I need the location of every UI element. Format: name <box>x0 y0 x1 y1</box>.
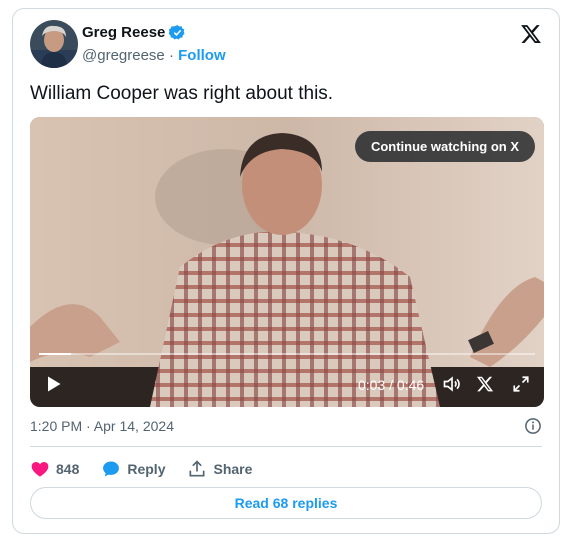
avatar[interactable] <box>30 20 78 68</box>
read-replies-button[interactable]: Read 68 replies <box>30 487 542 519</box>
video-time: 0:03 / 0:46 <box>358 377 425 393</box>
x-logo-icon[interactable] <box>520 23 542 45</box>
tweet-text: William Cooper was right about this. <box>30 83 334 104</box>
volume-icon[interactable] <box>442 374 462 394</box>
progress-bar[interactable] <box>39 353 535 355</box>
reply-button[interactable]: Reply <box>101 459 165 479</box>
tweet-timestamp[interactable]: 1:20 PM · Apr 14, 2024 <box>30 418 174 434</box>
progress-fill <box>39 353 72 355</box>
info-icon[interactable] <box>524 417 542 435</box>
fullscreen-icon[interactable] <box>512 375 530 393</box>
reply-label: Reply <box>127 461 166 477</box>
handle-row: @gregreese · Follow <box>82 47 226 64</box>
author-handle[interactable]: @gregreese <box>82 47 165 64</box>
author-name-row[interactable]: Greg Reese <box>82 24 186 41</box>
tweet-card: Greg Reese @gregreese · Follow William C… <box>12 8 560 534</box>
action-bar: 848 Reply Share <box>30 459 274 479</box>
follow-button[interactable]: Follow <box>178 47 226 64</box>
continue-watching-button[interactable]: Continue watching on X <box>354 131 535 162</box>
play-icon[interactable] <box>43 374 63 394</box>
like-count: 848 <box>56 461 80 477</box>
share-label: Share <box>213 461 253 477</box>
like-button[interactable]: 848 <box>30 459 79 479</box>
share-icon <box>189 460 205 477</box>
x-watermark-icon[interactable] <box>476 375 494 393</box>
video-player[interactable]: Continue watching on X 0:03 / 0:46 <box>30 117 544 407</box>
reply-icon <box>103 461 120 477</box>
share-button[interactable]: Share <box>187 459 252 479</box>
heart-icon <box>31 462 49 477</box>
verified-icon <box>169 25 185 40</box>
separator: · <box>168 47 174 64</box>
divider <box>30 446 542 447</box>
author-name[interactable]: Greg Reese <box>82 24 165 41</box>
